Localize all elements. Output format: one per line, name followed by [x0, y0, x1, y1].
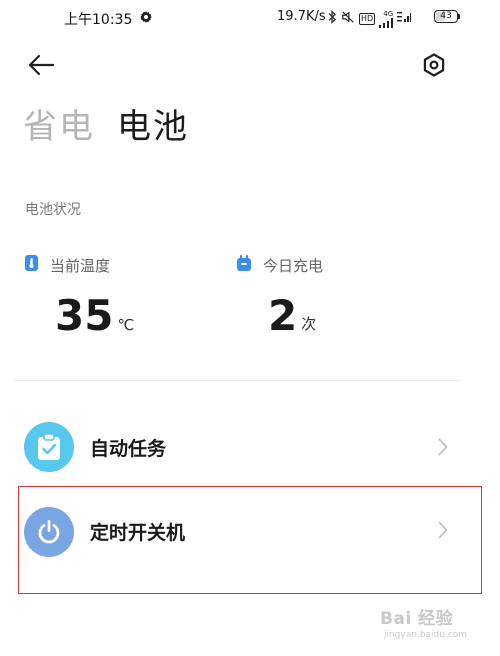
tab-power-saving[interactable]: 省电: [23, 104, 95, 150]
charges-today-unit: 次: [301, 315, 317, 333]
mute-icon: [341, 9, 355, 28]
watermark-url: jingyan.baidu.com: [384, 630, 468, 640]
battery-text: 43: [440, 11, 452, 21]
battery-tip: [458, 14, 460, 19]
thermometer-icon: [25, 255, 38, 275]
temperature-stat: 当前温度 35 ℃: [25, 254, 134, 338]
tab-battery[interactable]: 电池: [117, 104, 189, 150]
section-title-battery-status: 电池状况: [25, 202, 81, 218]
back-button[interactable]: [26, 54, 56, 80]
charges-today-value: 2: [268, 291, 298, 340]
signal-icon: 4G: [379, 9, 394, 28]
gear-icon: [139, 9, 153, 28]
power-icon: [24, 507, 74, 557]
status-time: 上午10:35: [64, 12, 133, 28]
charges-today-label: 今日充电: [263, 256, 324, 275]
charging-plug-icon: [237, 255, 251, 275]
chevron-right-icon: [438, 521, 448, 543]
section-divider: [14, 380, 460, 381]
scheduled-power-label: 定时开关机: [90, 522, 186, 544]
settings-button[interactable]: [419, 52, 449, 82]
list-item-auto-task[interactable]: 自动任务: [14, 407, 484, 487]
arrow-left-icon: [27, 54, 55, 80]
status-bar: 上午10:35 19.7K/s HD 4G 43: [0, 0, 500, 34]
network-type: 4G: [383, 9, 394, 18]
temperature-label: 当前温度: [50, 256, 111, 275]
battery-icon: 43: [434, 10, 458, 23]
settings-hexagon-icon: [421, 52, 447, 82]
charges-today-stat: 今日充电 2 次: [237, 254, 323, 338]
temperature-value: 35: [55, 291, 114, 340]
auto-task-label: 自动任务: [90, 438, 167, 460]
status-icons: HD 4G: [328, 9, 412, 28]
list-item-scheduled-power[interactable]: 定时开关机: [14, 488, 484, 568]
watermark-logo: Bai 经验: [380, 609, 454, 629]
chevron-right-icon: [438, 438, 448, 460]
temperature-unit: ℃: [117, 316, 135, 334]
network-speed: 19.7K/s: [277, 9, 326, 24]
baidu-jingyan-watermark: Bai 经验 jingyan.baidu.com: [380, 604, 490, 650]
hd-badge: HD: [359, 12, 376, 25]
tab-bar: 省电 电池: [23, 104, 189, 150]
clipboard-check-icon: [24, 422, 74, 472]
wifi-icon: [397, 9, 412, 28]
bluetooth-icon: [328, 9, 337, 28]
